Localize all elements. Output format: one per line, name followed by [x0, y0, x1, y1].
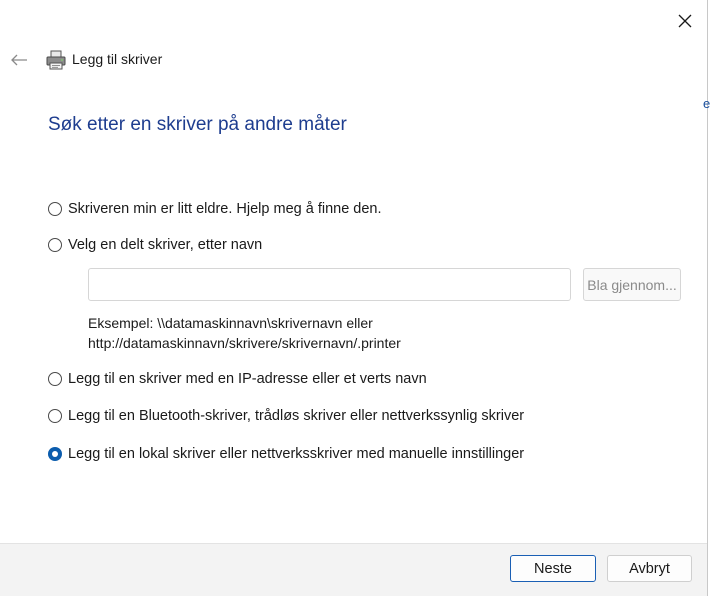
- background-window-peek-text: e: [703, 96, 711, 111]
- option-label: Legg til en Bluetooth-skriver, trådløs s…: [68, 408, 525, 424]
- back-button[interactable]: [6, 48, 32, 72]
- back-arrow-icon: [11, 54, 27, 66]
- shared-printer-name-input[interactable]: [88, 268, 571, 301]
- close-icon: [678, 14, 692, 28]
- option-local-manual[interactable]: Legg til en lokal skriver eller nettverk…: [48, 446, 524, 462]
- cancel-button[interactable]: Avbryt: [607, 555, 692, 582]
- printer-icon: [46, 50, 66, 70]
- example-text: Eksempel: \\datamaskinnavn\skrivernavn e…: [88, 313, 401, 353]
- radio-button[interactable]: [48, 409, 62, 423]
- option-label: Legg til en skriver med en IP-adresse el…: [68, 371, 427, 387]
- option-label: Velg en delt skriver, etter navn: [68, 237, 263, 253]
- radio-dot: [52, 451, 58, 457]
- option-label: Legg til en lokal skriver eller nettverk…: [68, 446, 525, 462]
- close-button[interactable]: [670, 8, 700, 34]
- radio-button[interactable]: [48, 202, 62, 216]
- example-line-2: http://datamaskinnavn/skrivere/skriverna…: [88, 335, 401, 351]
- radio-button[interactable]: [48, 238, 62, 252]
- example-line-1: Eksempel: \\datamaskinnavn\skrivernavn e…: [88, 315, 373, 331]
- option-shared-printer-by-name[interactable]: Velg en delt skriver, etter navn: [48, 237, 262, 253]
- window-title: Legg til skriver: [72, 51, 163, 67]
- option-label: Skriveren min er litt eldre. Hjelp meg å…: [68, 201, 382, 217]
- page-heading: Søk etter en skriver på andre måter: [48, 114, 347, 135]
- option-ip-address[interactable]: Legg til en skriver med en IP-adresse el…: [48, 371, 427, 387]
- dialog-footer: [0, 543, 707, 596]
- option-bluetooth-wireless[interactable]: Legg til en Bluetooth-skriver, trådløs s…: [48, 408, 524, 424]
- add-printer-dialog: e Legg til skriver Søk etter en skriver …: [0, 0, 711, 596]
- radio-button-selected[interactable]: [48, 447, 62, 461]
- option-older-printer[interactable]: Skriveren min er litt eldre. Hjelp meg å…: [48, 201, 382, 217]
- browse-button[interactable]: Bla gjennom...: [583, 268, 681, 301]
- next-button[interactable]: Neste: [510, 555, 596, 582]
- radio-button[interactable]: [48, 372, 62, 386]
